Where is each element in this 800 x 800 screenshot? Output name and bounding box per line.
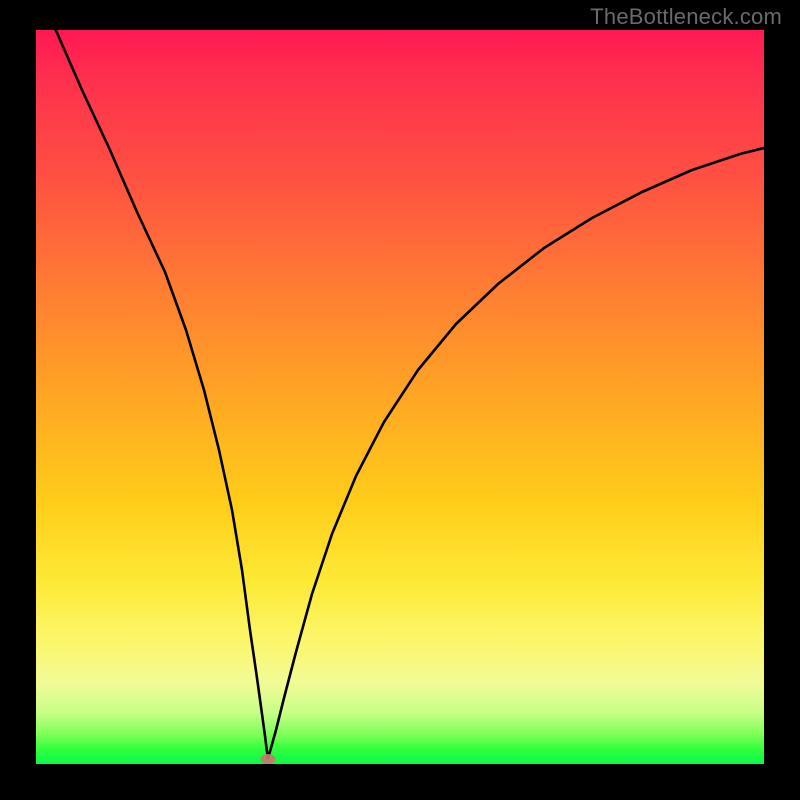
- chart-container: TheBottleneck.com: [0, 0, 800, 800]
- curve-left-branch: [54, 26, 268, 758]
- bottleneck-curve: [36, 30, 764, 764]
- curve-right-branch: [268, 148, 764, 758]
- plot-area: [36, 30, 764, 764]
- watermark-text: TheBottleneck.com: [590, 4, 782, 30]
- minimum-point-marker: [261, 754, 276, 764]
